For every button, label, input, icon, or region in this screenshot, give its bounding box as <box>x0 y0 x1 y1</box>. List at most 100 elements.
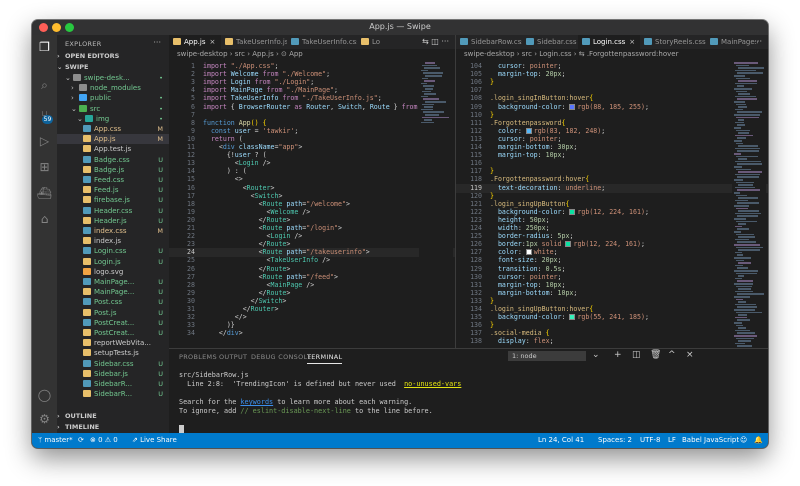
folder-item[interactable]: ⌄ src • <box>57 104 169 114</box>
code-editor-app-js[interactable]: 1 import "./App.css"; 2 import Welcome from… <box>169 62 455 348</box>
panel-tab[interactable]: TERMINAL <box>307 353 343 364</box>
editor-tab[interactable]: MainPage.cs <box>706 35 758 49</box>
file-item[interactable]: SidebarR... U <box>57 379 169 389</box>
color-swatch[interactable] <box>525 249 532 256</box>
problems-indicator[interactable]: ⊗ 0 ⚠ 0 <box>90 433 118 448</box>
folder-item[interactable]: › node_modules <box>57 83 169 93</box>
file-item[interactable]: index.css M <box>57 226 169 236</box>
breadcrumb[interactable]: swipe-desktop › src › Login.css › ⇆ .For… <box>464 50 678 60</box>
color-swatch[interactable] <box>569 314 576 321</box>
extensions-icon[interactable]: ⊞ <box>36 159 53 176</box>
file-item[interactable]: Feed.css U <box>57 175 169 185</box>
file-item[interactable]: firebase.js U <box>57 195 169 205</box>
file-item[interactable]: App.js M <box>57 134 169 145</box>
minimap[interactable] <box>732 62 766 348</box>
end-of-line[interactable]: LF <box>668 433 676 448</box>
kill-terminal-button[interactable]: 🗑 <box>650 350 661 360</box>
file-item[interactable]: Header.css U <box>57 206 169 216</box>
language-mode[interactable]: Babel JavaScript <box>682 433 739 448</box>
color-swatch[interactable] <box>525 127 532 134</box>
file-label: logo.svg <box>94 267 124 276</box>
terminal-output[interactable]: src/SidebarRow.js Line 2:8: 'TrendingIco… <box>179 371 758 434</box>
editor-tab[interactable]: Lo <box>357 35 383 49</box>
panel-tab[interactable]: DEBUG CONSOLE <box>251 353 312 361</box>
swipe-section[interactable]: ⌄ SWIPE <box>57 62 169 72</box>
docker-icon[interactable]: ⛴ <box>36 185 53 202</box>
folder-item[interactable]: ⌄ swipe-desk... • <box>57 73 169 83</box>
panel-dropdown-chevron-icon[interactable]: ⌄ <box>592 350 600 360</box>
folder-item[interactable]: › public • <box>57 93 169 103</box>
run-debug-icon[interactable]: ▷ <box>36 133 53 150</box>
file-item[interactable]: Badge.js U <box>57 165 169 175</box>
file-item[interactable]: Login.js U <box>57 257 169 267</box>
file-item[interactable]: PostCreat... U <box>57 318 169 328</box>
editor-tab[interactable]: Login.css × <box>578 35 640 49</box>
breadcrumb[interactable]: swipe-desktop › src › App.js › ⊙ App <box>177 50 303 60</box>
file-item[interactable]: index.js <box>57 236 169 246</box>
editor-tab[interactable]: App.js × <box>169 35 221 49</box>
account-icon[interactable]: ◯ <box>36 387 53 404</box>
file-item[interactable]: MainPage... U <box>57 277 169 287</box>
file-item[interactable]: PostCreat... U <box>57 328 169 338</box>
file-item[interactable]: Sidebar.js U <box>57 369 169 379</box>
color-swatch[interactable] <box>569 208 576 215</box>
notifications-bell-icon[interactable]: 🔔 <box>754 433 763 448</box>
file-item[interactable]: Post.css U <box>57 297 169 307</box>
feedback-icon[interactable]: ☺ <box>740 433 747 448</box>
file-item[interactable]: App.css M <box>57 124 169 134</box>
search-icon[interactable]: ⌕ <box>36 77 53 94</box>
file-item[interactable]: App.test.js <box>57 144 169 154</box>
file-item[interactable]: Feed.js U <box>57 185 169 195</box>
file-item[interactable]: Sidebar.css U <box>57 359 169 369</box>
file-item[interactable]: Post.js U <box>57 308 169 318</box>
indentation[interactable]: Spaces: 2 <box>598 433 632 448</box>
editor-actions-left[interactable]: ⇆ ◫ ··· <box>422 35 449 49</box>
more-actions-icon[interactable]: ··· <box>153 38 161 47</box>
outline-section[interactable]: › OUTLINE <box>57 411 169 421</box>
file-item[interactable]: Header.js U <box>57 216 169 226</box>
open-editors-section[interactable]: › OPEN EDITORS <box>57 51 169 61</box>
live-share-button[interactable]: ⇗ Live Share <box>132 433 177 448</box>
color-swatch[interactable] <box>569 103 576 110</box>
editor-tab[interactable]: SidebarRow.css <box>456 35 522 49</box>
editor-actions-right[interactable]: ··· <box>754 35 762 49</box>
encoding[interactable]: UTF-8 <box>640 433 660 448</box>
file-item[interactable]: logo.svg <box>57 267 169 277</box>
keywords-link[interactable]: keywords <box>240 398 273 406</box>
remote-explorer-icon[interactable]: ⌂ <box>36 211 53 228</box>
settings-gear-icon[interactable]: ⚙ <box>36 411 53 428</box>
file-item[interactable]: Login.css U <box>57 246 169 256</box>
code-editor-login-css[interactable]: 104 cursor: pointer; 105 margin-top: 20px… <box>456 62 768 348</box>
file-item[interactable]: MainPage... U <box>57 287 169 297</box>
maximize-panel-button[interactable]: ^ <box>668 350 676 360</box>
code-token: : <box>521 134 530 143</box>
editor-tab[interactable]: TakeUserInfo.js <box>221 35 287 49</box>
file-item[interactable]: Badge.css U <box>57 155 169 165</box>
timeline-section[interactable]: › TIMELINE <box>57 422 169 432</box>
editor-tab[interactable]: TakeUserInfo.css <box>287 35 357 49</box>
branch-indicator[interactable]: ᛘ master* <box>38 433 73 448</box>
file-item[interactable]: SidebarR... U <box>57 389 169 399</box>
folder-item[interactable]: ⌄ img • <box>57 114 169 124</box>
code-token: : <box>521 272 530 281</box>
file-item[interactable]: reportWebVita... <box>57 338 169 348</box>
terminal-select[interactable]: 1: node <box>508 351 586 361</box>
minimap-line <box>425 62 435 64</box>
file-item[interactable]: setupTests.js <box>57 348 169 358</box>
panel-tab[interactable]: PROBLEMS <box>179 353 217 361</box>
sync-icon[interactable]: ⟳ <box>78 433 84 448</box>
close-tab-icon[interactable]: × <box>210 38 216 46</box>
terminal-cursor <box>179 425 184 433</box>
color-swatch[interactable] <box>565 241 572 248</box>
close-tab-icon[interactable]: × <box>629 38 635 46</box>
new-terminal-button[interactable]: + <box>614 350 622 360</box>
panel-tab[interactable]: OUTPUT <box>219 353 247 361</box>
cursor-position[interactable]: Ln 24, Col 41 <box>538 433 584 448</box>
editor-tab[interactable]: Sidebar.css <box>522 35 578 49</box>
close-panel-button[interactable]: × <box>686 350 694 360</box>
split-terminal-button[interactable]: ◫ <box>632 350 641 360</box>
editor-tab[interactable]: StoryReels.css <box>640 35 706 49</box>
explorer-icon[interactable]: ❐ <box>36 39 53 56</box>
code-token: 10px <box>545 280 562 289</box>
minimap[interactable] <box>419 62 453 348</box>
